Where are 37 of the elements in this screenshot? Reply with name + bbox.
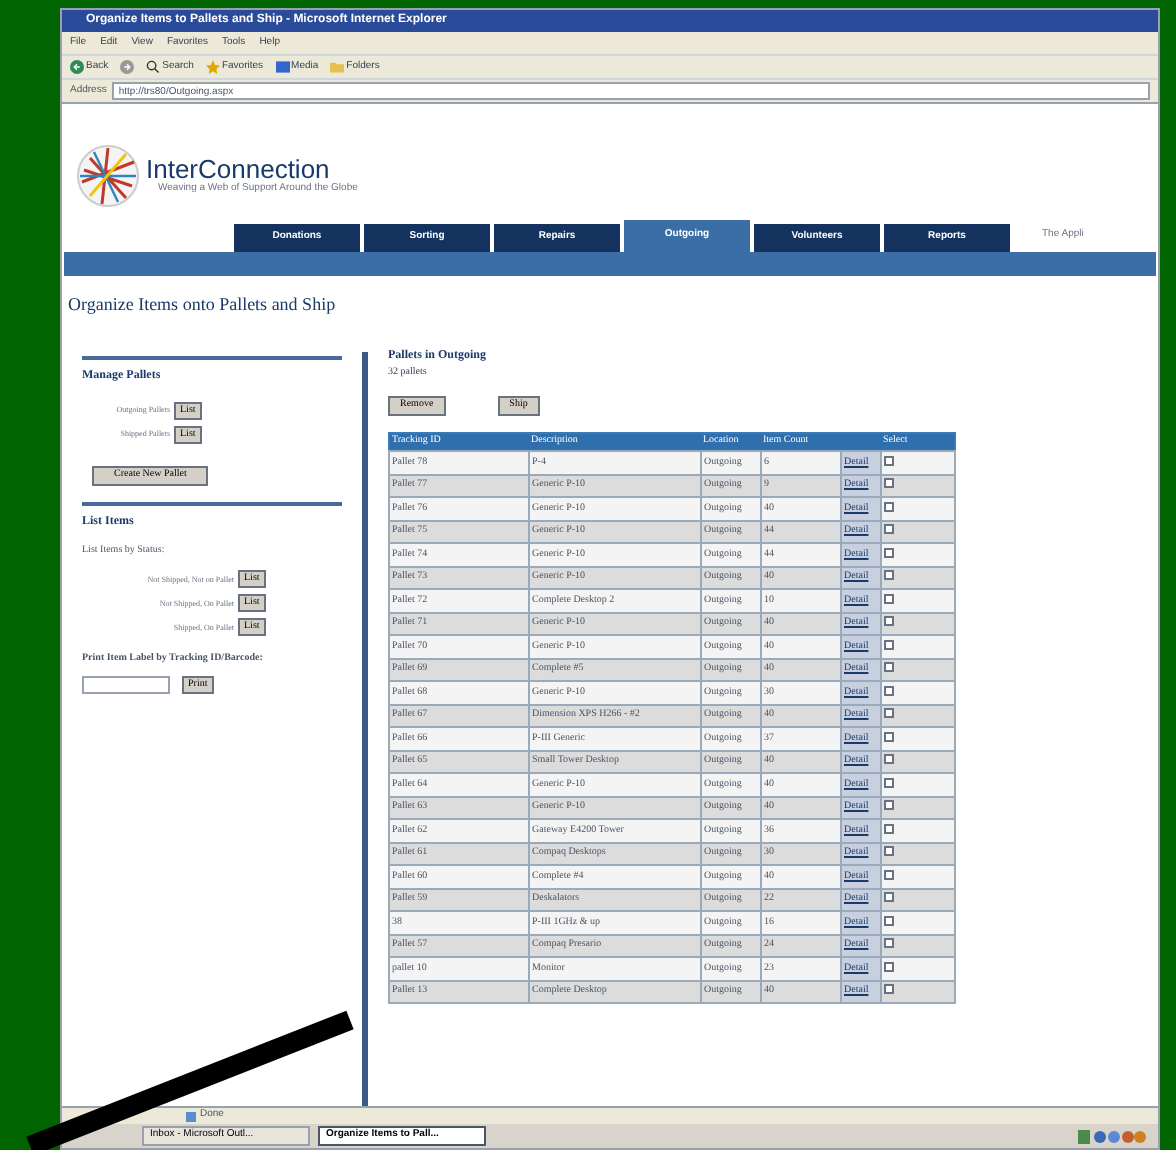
select-checkbox[interactable] bbox=[884, 662, 894, 673]
select-checkbox[interactable] bbox=[884, 455, 894, 466]
select-checkbox[interactable] bbox=[884, 915, 894, 926]
select-checkbox[interactable] bbox=[884, 984, 894, 995]
site-name: InterConnection bbox=[146, 155, 331, 182]
toolbar-button[interactable] bbox=[120, 60, 135, 74]
tray-icons-drawing bbox=[1078, 1129, 1146, 1143]
select-checkbox[interactable] bbox=[884, 501, 894, 512]
select-checkbox[interactable] bbox=[884, 685, 894, 696]
select-checkbox[interactable] bbox=[884, 892, 894, 903]
select-checkbox[interactable] bbox=[884, 823, 894, 834]
page-title: Organize Items onto Pallets and Ship bbox=[66, 292, 338, 318]
select-checkbox[interactable] bbox=[884, 570, 894, 581]
logo-icon bbox=[74, 142, 142, 210]
select-checkbox[interactable] bbox=[884, 616, 894, 627]
select-checkbox[interactable] bbox=[884, 593, 894, 604]
select-checkbox[interactable] bbox=[884, 800, 894, 811]
back-arrow-icon bbox=[70, 60, 84, 74]
media-icon bbox=[275, 60, 290, 74]
select-checkbox[interactable] bbox=[884, 754, 894, 765]
select-checkbox[interactable] bbox=[884, 869, 894, 880]
select-checkbox[interactable] bbox=[884, 846, 894, 857]
folder-icon bbox=[330, 60, 345, 74]
select-checkbox[interactable] bbox=[884, 938, 894, 949]
select-checkbox[interactable] bbox=[884, 524, 894, 535]
star-icon bbox=[205, 60, 220, 74]
select-checkbox[interactable] bbox=[884, 478, 894, 489]
select-checkbox[interactable] bbox=[884, 547, 894, 558]
forward-arrow-icon bbox=[120, 60, 135, 74]
select-checkbox[interactable] bbox=[884, 777, 894, 788]
tracking-id-field[interactable] bbox=[82, 675, 170, 693]
page-icon bbox=[186, 1111, 196, 1121]
select-checkbox[interactable] bbox=[884, 708, 894, 719]
select-checkbox[interactable] bbox=[884, 961, 894, 972]
search-icon bbox=[146, 60, 161, 74]
select-checkbox[interactable] bbox=[884, 639, 894, 650]
select-checkbox[interactable] bbox=[884, 731, 894, 742]
